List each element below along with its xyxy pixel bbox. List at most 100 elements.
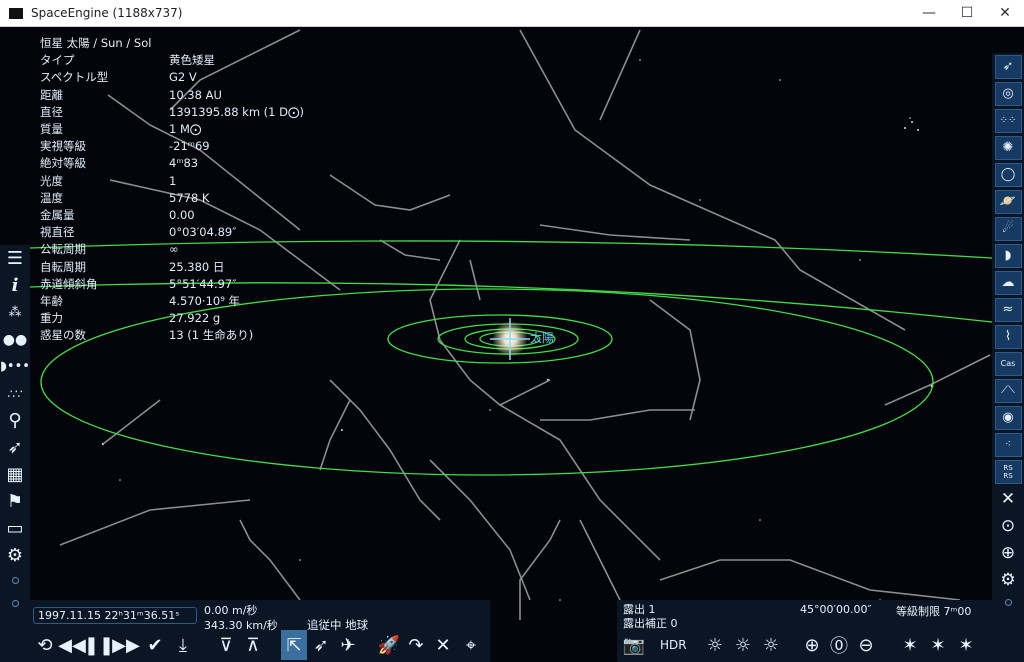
app-icon <box>9 7 23 19</box>
close-button[interactable]: ✕ <box>986 0 1024 27</box>
slower-icon[interactable]: ◀◀ <box>58 630 86 660</box>
info-value: 1 M⨀ <box>169 122 202 137</box>
faster-icon[interactable]: ▶▶ <box>112 630 140 660</box>
orbit-follow-icon[interactable]: ↷ <box>403 630 429 660</box>
info-row: 自転周期 25.380 日 <box>40 259 304 276</box>
constellation-lines-icon[interactable]: ⟋⟍ <box>994 378 1022 403</box>
orbits-icon[interactable]: ◉ <box>994 405 1022 430</box>
display-icon[interactable]: ▭ <box>0 515 30 542</box>
binoculars-icon[interactable]: ●● <box>0 326 30 353</box>
window-titlebar: SpaceEngine (1188x737) — ☐ ✕ <box>0 0 1024 27</box>
minimize-button[interactable]: — <box>910 0 948 27</box>
fly-to-icon[interactable]: ➶ <box>308 630 334 660</box>
info-key: 実視等級 <box>40 139 86 154</box>
zoom-reset-icon[interactable]: ⓪ <box>826 630 852 660</box>
info-key: 絶対等級 <box>40 156 86 171</box>
ring-icon[interactable]: ◯ <box>994 162 1022 187</box>
mag-minus-icon[interactable]: ✶ <box>897 630 923 660</box>
handle-dot[interactable] <box>1004 599 1012 606</box>
airplane-icon[interactable]: ✈ <box>335 630 361 660</box>
handle-dot[interactable] <box>11 600 19 607</box>
speed-value: 0.00 m/秒 <box>204 604 258 617</box>
solar-system-icon[interactable]: ◗••• <box>0 353 30 380</box>
settings-icon[interactable]: ⚙ <box>0 542 30 569</box>
camera-icon[interactable]: 📷 <box>621 630 647 660</box>
info-value: 10.38 AU <box>169 87 222 102</box>
constellation-names-icon[interactable]: Cas <box>994 351 1022 376</box>
datetime-field[interactable]: 1997.11.15 22ʰ31ᵐ36.51ˢ <box>33 607 197 624</box>
time-navigation-panel: 1997.11.15 22ʰ31ᵐ36.51ˢ 0.00 m/秒 343.30 … <box>30 600 490 662</box>
info-row: 実視等級 -21ᵐ69 <box>40 138 304 155</box>
cas-label: Cas <box>1000 359 1016 368</box>
settings-icon[interactable]: ⚙ <box>995 568 1022 592</box>
center-icon[interactable]: ⊙ <box>995 514 1022 538</box>
zoom-out-icon[interactable]: ⊖ <box>853 630 879 660</box>
clouds-icon[interactable]: ☁ <box>994 270 1022 295</box>
magnitude-limit: 等級制限 7ᵐ00 <box>896 605 972 618</box>
stars-icon[interactable]: ∴∵ <box>0 380 30 407</box>
info-key: 年齢 <box>40 294 63 309</box>
markers-icon[interactable]: ⁖ <box>994 432 1022 457</box>
info-row: 視直径 0°03′04.89″ <box>40 224 304 241</box>
exposure-comp-value: 露出補正 0 <box>623 617 678 630</box>
water-icon[interactable]: ≈ <box>994 297 1022 322</box>
planetarium-icon[interactable]: ⁂ <box>0 299 30 326</box>
left-toolbar: ☰ i ⁂ ●● ◗••• ∴∵ ⚲ ➶ ▦ ⚑ ▭ ⚙ <box>0 245 30 662</box>
info-icon[interactable]: i <box>0 272 30 299</box>
up-arrow-icon[interactable]: ⊼ <box>240 630 266 660</box>
sun-label[interactable]: 太陽 <box>530 329 554 346</box>
info-value: 黄色矮星 <box>169 53 215 68</box>
rs-label-icon[interactable]: RS RS <box>994 459 1022 484</box>
star-clusters-icon[interactable]: ⁘⁘ <box>994 108 1022 133</box>
info-key: 自転周期 <box>40 259 86 274</box>
free-camera-icon[interactable]: ✕ <box>430 630 456 660</box>
mag-plus-icon[interactable]: ✶ <box>953 630 979 660</box>
maximize-button[interactable]: ☐ <box>948 0 986 27</box>
info-row: タイプ 黄色矮星 <box>40 52 304 69</box>
target-icon[interactable]: ⌖ <box>458 630 484 660</box>
pause-icon[interactable]: ❚❚ <box>84 630 114 660</box>
reverse-time-icon[interactable]: ⟲ <box>32 630 58 660</box>
exposure-reset-icon[interactable]: ☼ <box>730 630 756 660</box>
info-value: 5°51′44.97″ <box>169 276 237 291</box>
calendar-icon[interactable]: ▦ <box>0 461 30 488</box>
galaxy-icon[interactable]: ◎ <box>994 81 1022 106</box>
info-value: 4.570·10⁹ 年 <box>169 294 240 309</box>
info-row: 惑星の数 13 (1 生命あり) <box>40 327 304 344</box>
current-time-icon[interactable]: ⤓ <box>170 630 196 660</box>
menu-icon[interactable]: ☰ <box>0 245 30 272</box>
globe-icon[interactable]: ⊕ <box>995 541 1022 565</box>
aurora-icon[interactable]: ⌇ <box>994 324 1022 349</box>
rocket-icon[interactable]: 🚀 <box>376 630 402 660</box>
grid-icon[interactable]: ✕ <box>995 487 1022 511</box>
down-arrow-icon[interactable]: ⊽ <box>213 630 239 660</box>
exposure-plus-icon[interactable]: ☼ <box>758 630 784 660</box>
spacecraft-icon[interactable]: ➶ <box>994 54 1022 79</box>
mag-reset-icon[interactable]: ✶ <box>925 630 951 660</box>
realtime-check-icon[interactable]: ✔ <box>142 630 168 660</box>
nebula-icon[interactable]: ✺ <box>994 135 1022 160</box>
exposure-value: 露出 1 <box>623 603 656 616</box>
select-cursor-icon[interactable]: ⇱ <box>281 630 307 660</box>
flag-icon[interactable]: ⚑ <box>0 488 30 515</box>
comet-icon[interactable]: ☄ <box>994 216 1022 241</box>
fov-readout: 45°00′00.00″ <box>800 603 872 616</box>
info-key: 視直径 <box>40 225 75 240</box>
ship-icon[interactable]: ➶ <box>0 434 30 461</box>
exposure-minus-icon[interactable]: ☼ <box>702 630 728 660</box>
object-header: 恒星 太陽 / Sun / Sol <box>40 36 152 50</box>
rs-label: RS <box>1003 471 1013 480</box>
search-icon[interactable]: ⚲ <box>0 407 30 434</box>
info-key: タイプ <box>40 53 75 68</box>
zoom-in-icon[interactable]: ⊕ <box>799 630 825 660</box>
speed-readout: 0.00 m/秒 343.30 km/秒 <box>204 603 278 633</box>
planet-ring-icon[interactable]: 🪐 <box>994 189 1022 214</box>
asteroid-icon[interactable]: ◗ <box>994 243 1022 268</box>
info-value: 1 <box>169 173 177 188</box>
info-row: 赤道傾斜角 5°51′44.97″ <box>40 276 304 293</box>
info-value: -21ᵐ69 <box>169 139 210 154</box>
rs-label: RS <box>1003 463 1013 472</box>
info-row: 質量 1 M⨀ <box>40 121 304 138</box>
hdr-toggle[interactable]: HDR <box>660 638 687 652</box>
handle-dot[interactable] <box>11 577 19 584</box>
